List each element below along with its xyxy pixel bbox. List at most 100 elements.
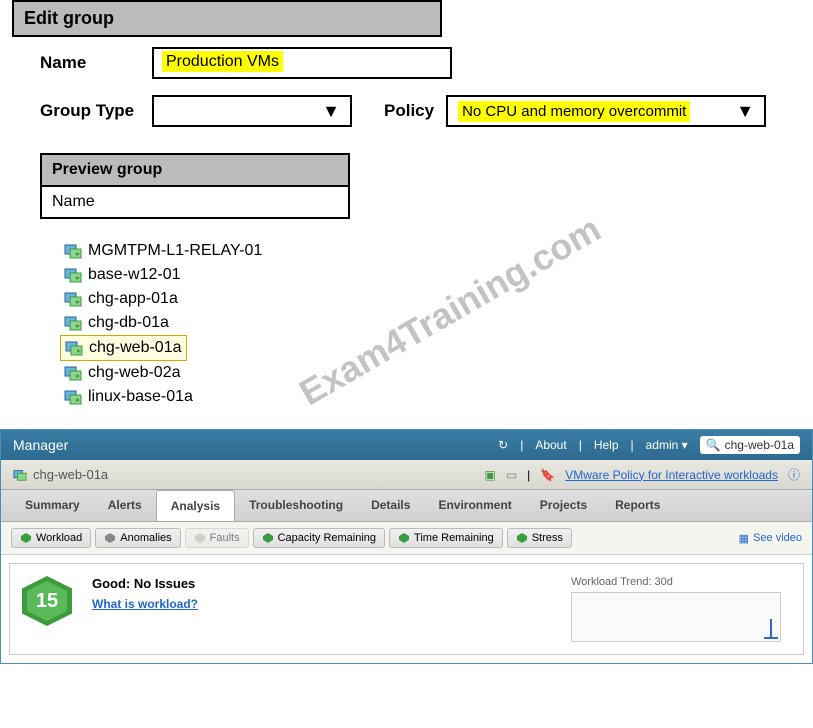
subtabs-bar: Workload Anomalies Faults Capacity Remainin… <box>1 522 812 555</box>
info-icon[interactable]: ⓘ <box>788 466 800 483</box>
object-breadcrumb: chg-web-01a <box>13 467 108 482</box>
vm-list: MGMTPM-L1-RELAY-01 base-w12-01 chg-app-01a… <box>60 239 813 409</box>
vm-icon <box>64 314 82 332</box>
tab-troubleshooting[interactable]: Troubleshooting <box>235 490 357 521</box>
search-input[interactable]: 🔍 chg-web-01a <box>700 436 800 454</box>
vm-list-item[interactable]: chg-db-01a <box>60 311 813 335</box>
edit-group-form: Name Production VMs Group Type ▼ Policy … <box>0 37 813 153</box>
subtab-label: Workload <box>36 532 82 544</box>
subtab-label: Time Remaining <box>414 532 494 544</box>
vm-list-item[interactable]: chg-web-01a <box>60 335 187 361</box>
vm-name: chg-db-01a <box>88 314 169 332</box>
tab-reports[interactable]: Reports <box>601 490 674 521</box>
anomalies-icon <box>104 532 116 544</box>
subtab-label: Capacity Remaining <box>278 532 376 544</box>
vm-icon <box>64 266 82 284</box>
action-icon-1[interactable]: ▣ <box>484 468 495 482</box>
subtab-stress[interactable]: Stress <box>507 528 572 548</box>
help-link[interactable]: Help <box>594 438 619 452</box>
tab-projects[interactable]: Projects <box>526 490 601 521</box>
tab-alerts[interactable]: Alerts <box>94 490 156 521</box>
preview-column-name: Name <box>42 187 348 217</box>
vm-icon <box>64 242 82 260</box>
vm-list-item[interactable]: base-w12-01 <box>60 263 813 287</box>
tab-summary[interactable]: Summary <box>11 490 94 521</box>
vm-icon <box>64 290 82 308</box>
health-badge: 15 <box>22 576 72 626</box>
vm-name: linux-base-01a <box>88 388 193 406</box>
tab-environment[interactable]: Environment <box>424 490 525 521</box>
video-icon: ▦ <box>739 532 749 545</box>
trend-chart <box>571 592 781 642</box>
vm-icon <box>65 339 83 357</box>
preview-group-table: Preview group Name <box>40 153 350 219</box>
manager-header: Manager ↻ | About | Help | admin ▾ 🔍 chg… <box>1 430 812 460</box>
object-bar: chg-web-01a ▣ ▭ | 🔖 VMware Policy for In… <box>1 460 812 490</box>
vm-name: chg-web-02a <box>88 364 181 382</box>
group-type-label: Group Type <box>40 101 140 121</box>
subtab-faults: Faults <box>185 528 249 548</box>
stress-icon <box>516 532 528 544</box>
object-name: chg-web-01a <box>33 467 108 482</box>
vm-list-item[interactable]: MGMTPM-L1-RELAY-01 <box>60 239 813 263</box>
vm-name: chg-web-01a <box>89 339 182 357</box>
about-link[interactable]: About <box>535 438 566 452</box>
vm-list-item[interactable]: chg-app-01a <box>60 287 813 311</box>
object-actions: ▣ ▭ | 🔖 VMware Policy for Interactive wo… <box>484 466 800 483</box>
manager-title: Manager <box>13 437 68 453</box>
preview-group-header: Preview group <box>42 155 348 187</box>
action-icon-2[interactable]: ▭ <box>506 468 517 482</box>
policy-link[interactable]: VMware Policy for Interactive workloads <box>565 468 778 482</box>
group-type-select[interactable]: ▼ <box>152 95 352 127</box>
capacity-icon <box>262 532 274 544</box>
subtabs-left: Workload Anomalies Faults Capacity Remainin… <box>11 528 572 548</box>
vm-name: MGMTPM-L1-RELAY-01 <box>88 242 262 260</box>
trend-label: Workload Trend: 30d <box>571 576 791 588</box>
trend-section: Workload Trend: 30d <box>571 576 791 642</box>
vm-name: chg-app-01a <box>88 290 178 308</box>
subtab-capacity[interactable]: Capacity Remaining <box>253 528 385 548</box>
admin-menu[interactable]: admin ▾ <box>646 438 688 452</box>
status-title: Good: No Issues <box>92 576 198 591</box>
action-icon-3[interactable]: 🔖 <box>540 468 555 482</box>
subtab-label: Faults <box>210 532 240 544</box>
what-is-workload-link[interactable]: What is workload? <box>92 597 198 611</box>
chevron-down-icon: ▼ <box>736 101 754 122</box>
subtab-time[interactable]: Time Remaining <box>389 528 503 548</box>
search-icon: 🔍 <box>706 438 721 452</box>
time-icon <box>398 532 410 544</box>
name-row: Name Production VMs <box>40 47 773 79</box>
edit-group-header: Edit group <box>12 0 442 37</box>
faults-icon <box>194 532 206 544</box>
tabs-bar: SummaryAlertsAnalysisTroubleshootingDeta… <box>1 490 812 522</box>
vm-icon <box>64 364 82 382</box>
health-score: 15 <box>27 581 67 621</box>
subtab-anomalies[interactable]: Anomalies <box>95 528 180 548</box>
trend-sparkline-v <box>770 619 772 639</box>
tab-analysis[interactable]: Analysis <box>156 490 235 521</box>
trend-sparkline-h <box>764 637 778 639</box>
subtab-label: Anomalies <box>120 532 171 544</box>
vm-icon <box>13 468 27 482</box>
status-block: Good: No Issues What is workload? <box>92 576 198 613</box>
vm-name: base-w12-01 <box>88 266 181 284</box>
manager-panel: Manager ↻ | About | Help | admin ▾ 🔍 chg… <box>0 429 813 664</box>
search-value: chg-web-01a <box>725 438 794 452</box>
chevron-down-icon: ▼ <box>322 101 340 122</box>
tab-details[interactable]: Details <box>357 490 424 521</box>
name-input[interactable]: Production VMs <box>152 47 452 79</box>
vm-icon <box>64 388 82 406</box>
refresh-icon[interactable]: ↻ <box>498 438 508 452</box>
subtab-label: Stress <box>532 532 563 544</box>
type-policy-row: Group Type ▼ Policy No CPU and memory ov… <box>40 95 773 127</box>
name-value: Production VMs <box>162 51 283 72</box>
policy-select[interactable]: No CPU and memory overcommit ▼ <box>446 95 766 127</box>
subtab-workload[interactable]: Workload <box>11 528 91 548</box>
workload-icon <box>20 532 32 544</box>
workload-content: 15 Good: No Issues What is workload? Wor… <box>9 563 804 655</box>
manager-header-actions: ↻ | About | Help | admin ▾ 🔍 chg-web-01a <box>498 436 800 454</box>
vm-list-item[interactable]: linux-base-01a <box>60 385 813 409</box>
name-label: Name <box>40 53 140 73</box>
vm-list-item[interactable]: chg-web-02a <box>60 361 813 385</box>
see-video-link[interactable]: ▦ See video <box>739 528 802 548</box>
